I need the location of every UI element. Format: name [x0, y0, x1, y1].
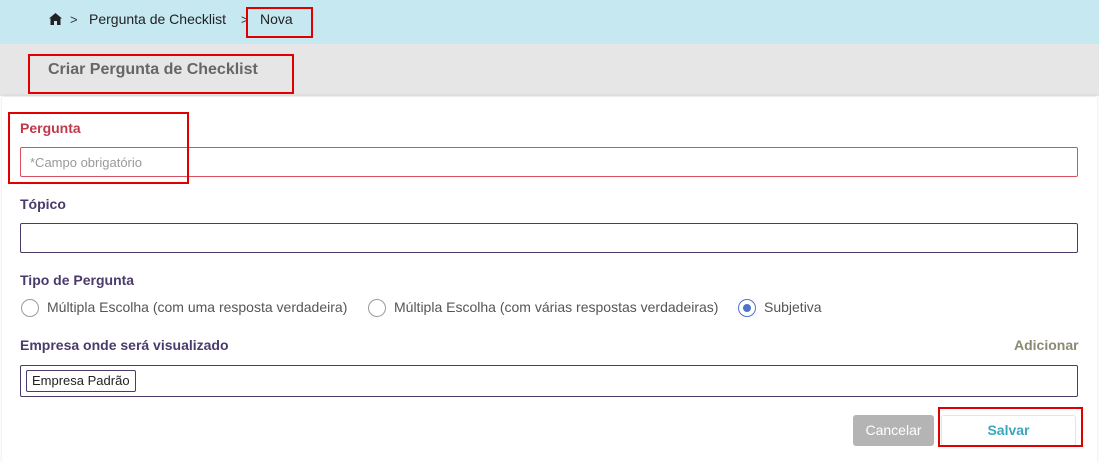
radio-label: Múltipla Escolha (com várias respostas v…: [394, 299, 719, 315]
company-label: Empresa onde será visualizado: [20, 337, 229, 353]
question-type-label: Tipo de Pergunta: [20, 272, 135, 288]
question-label: Pergunta: [20, 120, 81, 136]
radio-button-selected[interactable]: [738, 299, 756, 317]
company-tag[interactable]: Empresa Padrão: [26, 370, 136, 392]
radio-button[interactable]: [368, 299, 386, 317]
radio-dot: [743, 304, 751, 312]
cancel-button[interactable]: Cancelar: [853, 415, 934, 446]
topic-input[interactable]: [20, 223, 1078, 253]
radio-label: Subjetiva: [764, 299, 822, 315]
breadcrumb: > Pergunta de Checklist > Nova: [0, 0, 1099, 44]
topic-label: Tópico: [20, 196, 66, 212]
question-input[interactable]: [20, 147, 1078, 177]
save-button[interactable]: Salvar: [941, 415, 1076, 446]
breadcrumb-separator: >: [70, 12, 78, 27]
breadcrumb-item-new: Nova: [260, 11, 293, 27]
add-company-link[interactable]: Adicionar: [1014, 337, 1079, 353]
home-icon[interactable]: [49, 13, 62, 25]
breadcrumb-item-checklist-question[interactable]: Pergunta de Checklist: [89, 11, 226, 27]
company-tag-input[interactable]: Empresa Padrão: [20, 365, 1078, 397]
breadcrumb-separator: >: [241, 12, 249, 27]
radio-label: Múltipla Escolha (com uma resposta verda…: [47, 299, 348, 315]
page-title: Criar Pergunta de Checklist: [48, 61, 258, 78]
radio-button[interactable]: [21, 299, 39, 317]
